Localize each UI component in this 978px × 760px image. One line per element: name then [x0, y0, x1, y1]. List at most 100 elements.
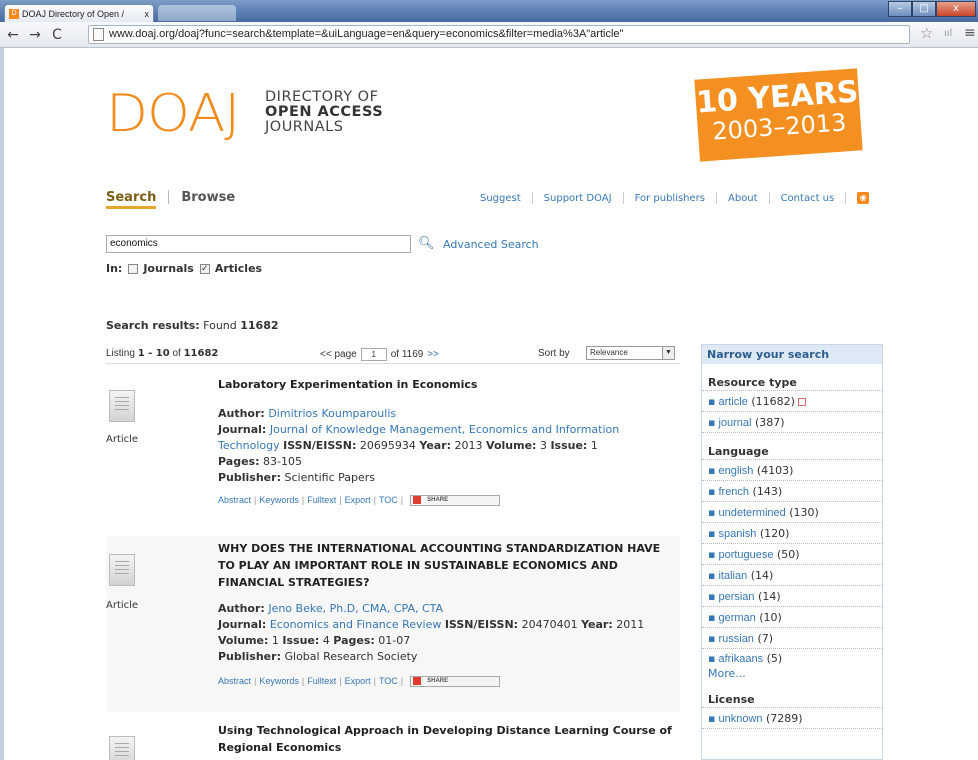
url-text: www.doaj.org/doaj?func=search&template=&… [109, 28, 624, 40]
back-button[interactable]: ← [4, 27, 22, 43]
link-suggest[interactable]: Suggest [480, 193, 521, 204]
issue-label: Issue: [550, 439, 588, 452]
keywords-link[interactable]: Keywords [259, 673, 299, 689]
prev-page-link[interactable]: << page [320, 349, 357, 360]
share-label: SHARE [427, 678, 449, 684]
bookmark-star-icon[interactable]: ☆ [920, 24, 933, 42]
issn-value: 20470401 [521, 618, 578, 631]
next-page-link[interactable]: >> [427, 349, 439, 360]
page-number-input[interactable]: 1 [360, 348, 387, 361]
browser-toolbar: ← → C www.doaj.org/doaj?func=search&temp… [0, 22, 978, 48]
publisher-value: Scientific Papers [284, 471, 376, 484]
tab-close-icon[interactable]: x [145, 9, 150, 19]
new-tab-button[interactable] [158, 5, 236, 21]
sort-select[interactable]: Relevance ▼ [586, 346, 675, 360]
issue-value: 1 [590, 439, 598, 452]
sidebar-header: Narrow your search [702, 344, 882, 364]
link-about[interactable]: About [728, 193, 758, 204]
facet-item-language[interactable]: ▪ french (143) [702, 481, 882, 502]
reload-button[interactable]: C [48, 27, 66, 43]
pages-label: Pages: [333, 634, 375, 647]
nav-browse-tab[interactable]: Browse [181, 190, 235, 209]
toc-link[interactable]: TOC [379, 673, 398, 689]
fulltext-link[interactable]: Fulltext [307, 673, 336, 689]
facet-count: (10) [759, 611, 782, 624]
journals-label: Journals [143, 262, 194, 275]
search-scope: In: Journals ✓ Articles [106, 262, 262, 275]
author-link[interactable]: Jeno Beke, Ph.D, CMA, CPA, CTA [268, 602, 443, 615]
forward-button[interactable]: → [26, 27, 44, 43]
facet-item-language[interactable]: ▪ persian (14) [702, 586, 882, 607]
facet-label: french [718, 486, 750, 498]
facet-label: russian [718, 633, 754, 645]
facet-item-language[interactable]: ▪ portuguese (50) [702, 544, 882, 565]
doaj-logo[interactable]: DOAJ DIRECTORY OF OPEN ACCESS JOURNALS [106, 86, 383, 142]
issn-label: ISSN/EISSN: [444, 618, 519, 631]
maximize-button[interactable]: □ [912, 1, 936, 17]
found-count: 11682 [240, 319, 279, 332]
browser-menu-icon[interactable]: ≡ [964, 25, 976, 41]
abstract-link[interactable]: Abstract [218, 673, 251, 689]
link-support-doaj[interactable]: Support DOAJ [544, 193, 612, 204]
result-title[interactable]: WHY DOES THE INTERNATIONAL ACCOUNTING ST… [218, 540, 673, 591]
share-button[interactable]: SHARE [410, 494, 501, 506]
export-link[interactable]: Export [345, 673, 371, 689]
journal-label: Journal: [218, 618, 267, 631]
facet-item-language[interactable]: ▪ russian (7) [702, 628, 882, 649]
facet-item-language[interactable]: ▪ german (10) [702, 607, 882, 628]
facet-item-article[interactable]: ▪ article (11682) [702, 391, 882, 412]
export-link[interactable]: Export [345, 492, 371, 508]
link-contact-us[interactable]: Contact us [781, 193, 835, 204]
result-actions: Abstract | Keywords | Fulltext | Export | TO… [218, 673, 673, 689]
facet-label: unknown [718, 713, 763, 725]
facet-item-language[interactable]: ▪ italian (14) [702, 565, 882, 586]
abstract-link[interactable]: Abstract [218, 492, 251, 508]
facet-item-language[interactable]: ▪ undetermined (130) [702, 502, 882, 523]
window-controls: – □ x [888, 1, 976, 17]
minimize-button[interactable]: – [888, 1, 912, 17]
address-bar[interactable]: www.doaj.org/doaj?func=search&template=&… [88, 25, 910, 44]
sort-value: Relevance [590, 348, 628, 357]
facet-item-language[interactable]: ▪ afrikaans (5) [702, 649, 882, 667]
link-for-publishers[interactable]: For publishers [635, 193, 705, 204]
facet-count: (14) [758, 590, 781, 603]
articles-checkbox[interactable]: ✓ [199, 263, 210, 274]
facet-item-journal[interactable]: ▪ journal (387) [702, 412, 882, 433]
more-languages-link[interactable]: More... [702, 667, 882, 681]
rss-icon[interactable]: ◉ [857, 192, 870, 204]
search-input[interactable]: economics [106, 235, 411, 253]
browser-tab[interactable]: D DOAJ Directory of Open / x [4, 4, 154, 22]
facet-count: (120) [759, 527, 790, 540]
share-button[interactable]: SHARE [410, 675, 501, 687]
author-link[interactable]: Dimitrios Koumparoulis [268, 407, 396, 420]
pages-value: 01-07 [378, 634, 411, 647]
result-item: Using Technological Approach in Developi… [106, 718, 680, 760]
nav-search-tab[interactable]: Search [106, 190, 157, 209]
doaj-favicon-icon: D [9, 8, 19, 19]
volume-value: 3 [539, 439, 547, 452]
result-body: Laboratory Experimentation in Economics … [218, 376, 673, 508]
pages-label: Pages: [218, 455, 260, 468]
result-title[interactable]: Using Technological Approach in Developi… [218, 722, 673, 756]
journal-link[interactable]: Economics and Finance Review [270, 618, 442, 631]
facet-item-license[interactable]: ▪ unknown (7289) [702, 708, 882, 729]
remove-filter-icon[interactable] [797, 398, 806, 406]
fulltext-link[interactable]: Fulltext [307, 492, 336, 508]
advanced-search-link[interactable]: Advanced Search [443, 238, 539, 251]
journals-checkbox[interactable] [128, 263, 139, 274]
result-title[interactable]: Laboratory Experimentation in Economics [218, 376, 673, 393]
link-divider [845, 192, 847, 204]
keywords-link[interactable]: Keywords [259, 492, 299, 508]
window-titlebar: D DOAJ Directory of Open / x – □ x [0, 0, 978, 22]
year-label: Year: [581, 618, 613, 631]
facet-item-language[interactable]: ▪ english (4103) [702, 460, 882, 481]
facet-count: (7289) [766, 712, 803, 725]
close-window-button[interactable]: x [936, 1, 976, 17]
toc-link[interactable]: TOC [379, 492, 398, 508]
logo-line-3: JOURNALS [265, 119, 344, 135]
result-body: WHY DOES THE INTERNATIONAL ACCOUNTING ST… [218, 540, 673, 689]
result-type: Article [106, 600, 139, 611]
search-icon[interactable]: 🔍︎ [418, 236, 435, 251]
facet-item-language[interactable]: ▪ spanish (120) [702, 523, 882, 544]
volume-label: Volume: [486, 439, 537, 452]
